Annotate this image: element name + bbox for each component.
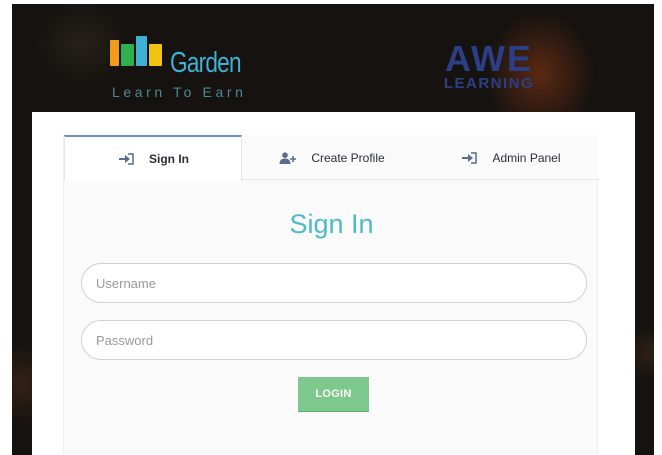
tab-sign-in-label: Sign In [149,152,189,166]
tab-sign-in[interactable]: Sign In [64,135,242,181]
login-button[interactable]: LOGIN [298,377,369,411]
login-card: Sign In Create Profile Admin Panel Sign … [32,112,635,455]
login-panel: Sign In Create Profile Admin Panel Sign … [63,135,599,453]
username-input[interactable] [81,263,587,303]
tab-bar: Sign In Create Profile Admin Panel [64,135,599,181]
tab-admin-panel-label: Admin Panel [492,150,561,165]
robogarden-logo: Garden Learn To Earn [110,32,260,102]
sign-in-icon [460,151,478,164]
sign-in-icon [117,153,135,165]
tab-admin-panel[interactable]: Admin Panel [422,135,599,180]
awe-logo-bottom: LEARNING [443,75,535,92]
robogarden-wordmark: Garden [170,47,242,79]
tab-create-profile-label: Create Profile [311,150,385,165]
awe-learning-logo: AWE LEARNING [424,38,554,92]
tab-create-profile[interactable]: Create Profile [242,135,422,180]
robogarden-logo-blocks [110,36,164,66]
form-title: Sign In [289,209,374,239]
background-stage: Garden Learn To Earn AWE LEARNING Sign I… [12,4,654,455]
user-plus-icon [279,151,297,164]
awe-logo-top: AWE [444,38,533,79]
robogarden-tagline: Learn To Earn [112,84,247,100]
password-input[interactable] [81,320,587,360]
